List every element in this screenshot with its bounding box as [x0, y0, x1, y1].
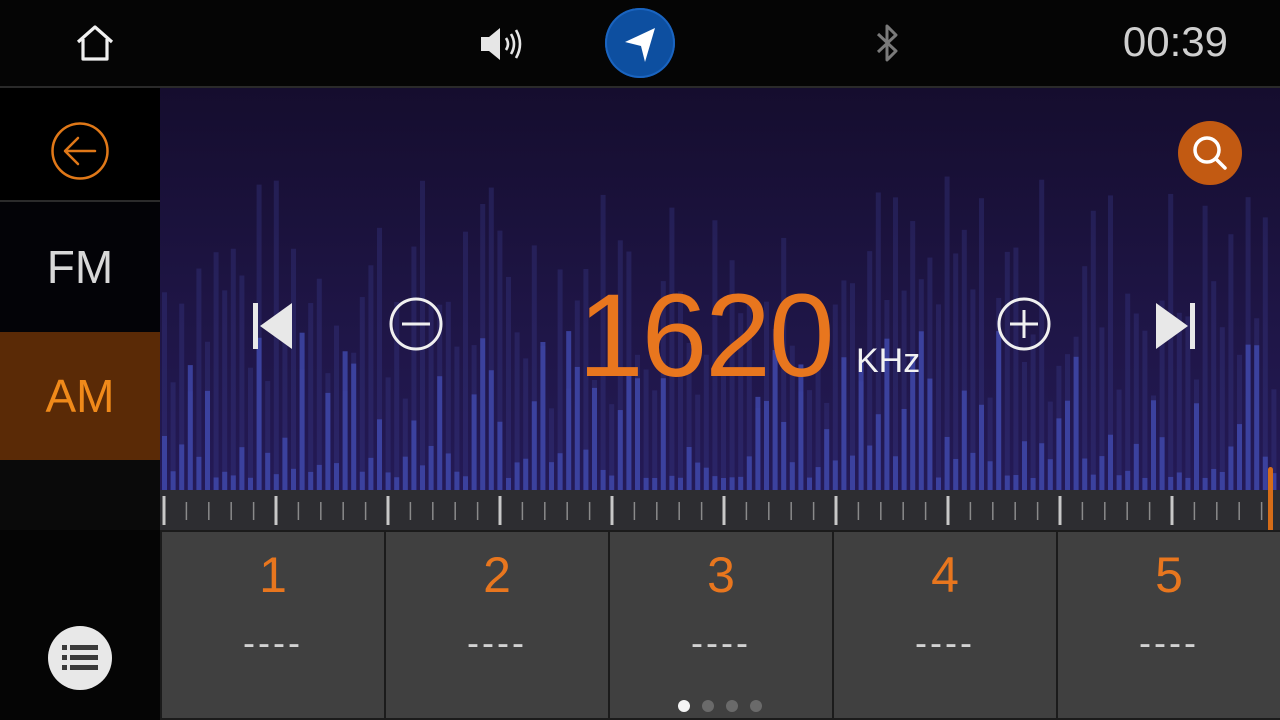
bluetooth-icon[interactable]: [872, 22, 904, 64]
page-dot-3[interactable]: [726, 700, 738, 712]
preset-name: ----: [691, 622, 751, 663]
next-station-button[interactable]: [1154, 302, 1196, 350]
preset-name: ----: [1139, 622, 1199, 663]
preset-button-1[interactable]: 1 ----: [162, 532, 384, 718]
back-arrow-icon: [51, 122, 109, 180]
clock: 00:39: [1122, 18, 1228, 65]
list-icon: [62, 645, 98, 670]
frequency-scale[interactable]: [160, 490, 1280, 530]
preset-number: 2: [483, 547, 511, 603]
preset-button-2[interactable]: 2 ----: [386, 532, 608, 718]
minus-icon: [389, 297, 443, 351]
preset-name: ----: [915, 622, 975, 663]
preset-button-3[interactable]: 3 ----: [610, 532, 832, 718]
preset-number: 3: [707, 547, 735, 603]
frequency-unit: KHz: [856, 342, 921, 380]
page-dot-4[interactable]: [750, 700, 762, 712]
previous-station-icon: [253, 303, 292, 349]
preset-number: 5: [1155, 547, 1183, 603]
volume-icon[interactable]: [478, 24, 526, 64]
station-list-button[interactable]: [48, 626, 112, 690]
search-button[interactable]: [1178, 121, 1242, 185]
sidebar-spacer: [0, 460, 160, 530]
preset-number: 1: [259, 547, 287, 603]
band-fm-button[interactable]: FM: [0, 202, 160, 332]
search-icon: [1193, 136, 1227, 170]
navigation-button[interactable]: [605, 8, 675, 78]
band-am-button[interactable]: AM: [0, 332, 160, 460]
preset-button-4[interactable]: 4 ----: [834, 532, 1056, 718]
previous-station-button[interactable]: [252, 302, 294, 350]
page-dot-2[interactable]: [702, 700, 714, 712]
preset-number: 4: [931, 547, 959, 603]
back-button[interactable]: [0, 88, 160, 200]
tune-up-button[interactable]: [996, 296, 1052, 352]
frequency-display: 1620: [578, 270, 835, 402]
page-dot-1[interactable]: [678, 700, 690, 712]
navigation-icon: [625, 28, 655, 62]
preset-name: ----: [243, 622, 303, 663]
preset-name: ----: [467, 622, 527, 663]
preset-button-5[interactable]: 5 ----: [1058, 532, 1280, 718]
next-station-icon: [1156, 303, 1195, 349]
home-icon[interactable]: [74, 22, 116, 64]
plus-icon: [997, 297, 1051, 351]
tune-down-button[interactable]: [388, 296, 444, 352]
